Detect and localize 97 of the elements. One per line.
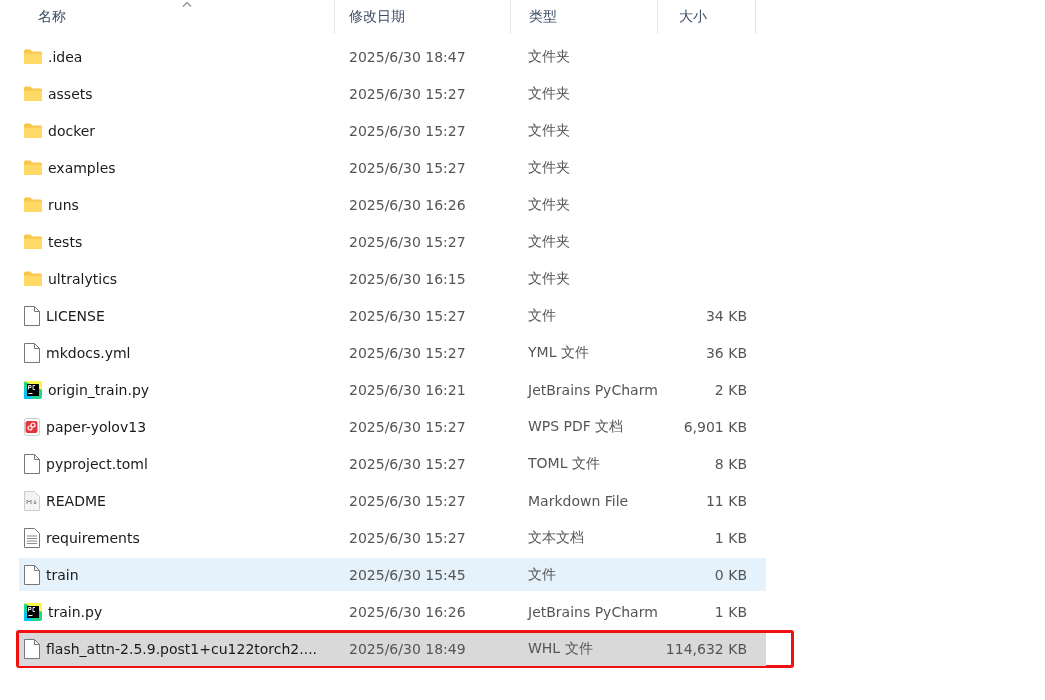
modified-date: 2025/6/30 18:47 [348,48,467,65]
modified-date: 2025/6/30 15:27 [348,85,467,102]
file-type: 文件夹 [527,269,571,288]
file-row[interactable]: flash_attn-2.5.9.post1+cu122torch2.... 2025/6/30 18:49 WHL 文件 114,632 KB [19,632,766,666]
file-type: 文件夹 [527,195,571,214]
document-icon [24,639,40,659]
file-size: 1 KB [714,529,747,546]
file-name: pyproject.toml [46,455,148,472]
folder-icon [24,160,42,175]
sort-caret-icon [182,1,192,7]
folder-icon [24,49,42,64]
modified-date: 2025/6/30 16:26 [348,603,467,620]
file-name: train.py [48,603,103,620]
modified-date: 2025/6/30 16:15 [348,270,467,287]
file-type: 文件夹 [527,121,571,140]
file-size: 114,632 KB [665,641,747,657]
folder-icon [24,123,42,138]
file-row[interactable]: tests 2025/6/30 15:27 文件夹 [19,225,766,258]
modified-date: 2025/6/30 15:27 [348,455,467,472]
file-row[interactable]: origin_train.py 2025/6/30 16:21 JetBrains PyCharm 2 KB [19,373,766,406]
file-row[interactable]: docker 2025/6/30 15:27 文件夹 [19,114,766,147]
file-row[interactable]: LICENSE 2025/6/30 15:27 文件 34 KB [19,299,766,332]
document-icon [24,342,40,363]
column-header[interactable]: 大小 [658,0,756,34]
modified-date: 2025/6/30 15:27 [348,344,467,361]
document-icon [24,564,40,585]
file-row[interactable]: ultralytics 2025/6/30 16:15 文件夹 [19,262,766,295]
file-name: assets [48,85,93,102]
file-type: WPS PDF 文档 [527,417,625,436]
file-row[interactable]: README 2025/6/30 15:27 Markdown File 11 KB [19,484,766,517]
file-type: Markdown File [527,492,630,509]
file-row[interactable]: .idea 2025/6/30 18:47 文件夹 [19,40,766,73]
modified-date: 2025/6/30 15:27 [348,529,467,546]
file-row[interactable]: paper-yolov13 2025/6/30 15:27 WPS PDF 文档 6,901 KB [19,410,766,443]
column-header[interactable]: 修改日期 [335,0,511,34]
file-row[interactable]: mkdocs.yml 2025/6/30 15:27 YML 文件 36 KB [19,336,766,369]
file-name: flash_attn-2.5.9.post1+cu122torch2.... [46,641,318,657]
file-type: TOML 文件 [527,454,601,473]
file-name: docker [48,122,96,139]
file-name: .idea [48,48,83,65]
modified-date: 2025/6/30 15:27 [348,122,467,139]
file-name: ultralytics [48,270,118,287]
file-name: tests [48,233,83,250]
file-type: 文件夹 [527,232,571,251]
file-name: origin_train.py [48,381,150,398]
file-row[interactable]: requirements 2025/6/30 15:27 文本文档 1 KB [19,521,766,554]
file-type: 文件夹 [527,47,571,66]
file-size: 11 KB [705,492,747,509]
file-name: README [46,492,106,509]
file-name: runs [48,196,79,213]
file-name: mkdocs.yml [46,344,131,361]
file-size: 1 KB [714,603,747,620]
modified-date: 2025/6/30 15:27 [348,418,467,435]
file-size: 0 KB [714,566,747,583]
modified-date: 2025/6/30 15:45 [348,566,467,583]
column-header[interactable]: 名称 [20,0,335,34]
file-type: YML 文件 [527,343,590,362]
file-type: WHL 文件 [527,640,594,658]
file-size: 8 KB [714,455,747,472]
modified-date: 2025/6/30 15:27 [348,233,467,250]
modified-date: 2025/6/30 15:27 [348,307,467,324]
file-name: train [46,566,79,583]
file-type: 文件夹 [527,158,571,177]
file-size: 6,901 KB [683,418,747,435]
file-name: requirements [46,529,140,546]
file-name: paper-yolov13 [46,418,147,435]
modified-date: 2025/6/30 15:27 [348,492,467,509]
folder-icon [24,197,42,212]
modified-date: 2025/6/30 15:27 [348,159,467,176]
text-file-icon [24,527,40,548]
modified-date: 2025/6/30 16:26 [348,196,467,213]
file-type: 文件夹 [527,84,571,103]
folder-icon [24,271,42,286]
modified-date: 2025/6/30 16:21 [348,381,467,398]
file-row[interactable]: pyproject.toml 2025/6/30 15:27 TOML 文件 8 KB [19,447,766,480]
folder-icon [24,234,42,249]
file-name: examples [48,159,116,176]
file-type: JetBrains PyCharm [526,381,657,398]
file-row[interactable]: assets 2025/6/30 15:27 文件夹 [19,77,766,110]
markdown-file-icon [24,490,40,511]
document-icon [24,305,40,326]
modified-date: 2025/6/30 18:49 [348,641,467,657]
file-name: LICENSE [46,307,105,324]
file-row[interactable]: train.py 2025/6/30 16:26 JetBrains PyCharm 1 KB [19,595,766,628]
file-type: JetBrains PyCharm [526,603,657,620]
file-type: 文件 [527,565,557,584]
folder-icon [24,86,42,101]
column-header[interactable]: 类型 [511,0,658,34]
document-icon [24,453,40,474]
file-row[interactable]: examples 2025/6/30 15:27 文件夹 [19,151,766,184]
file-type: 文件 [527,306,557,325]
file-row[interactable]: runs 2025/6/30 16:26 文件夹 [19,188,766,221]
file-type: 文本文档 [527,528,585,547]
file-size: 2 KB [714,381,747,398]
file-size: 36 KB [705,344,747,361]
file-size: 34 KB [705,307,747,324]
file-row[interactable]: train 2025/6/30 15:45 文件 0 KB [19,558,766,591]
